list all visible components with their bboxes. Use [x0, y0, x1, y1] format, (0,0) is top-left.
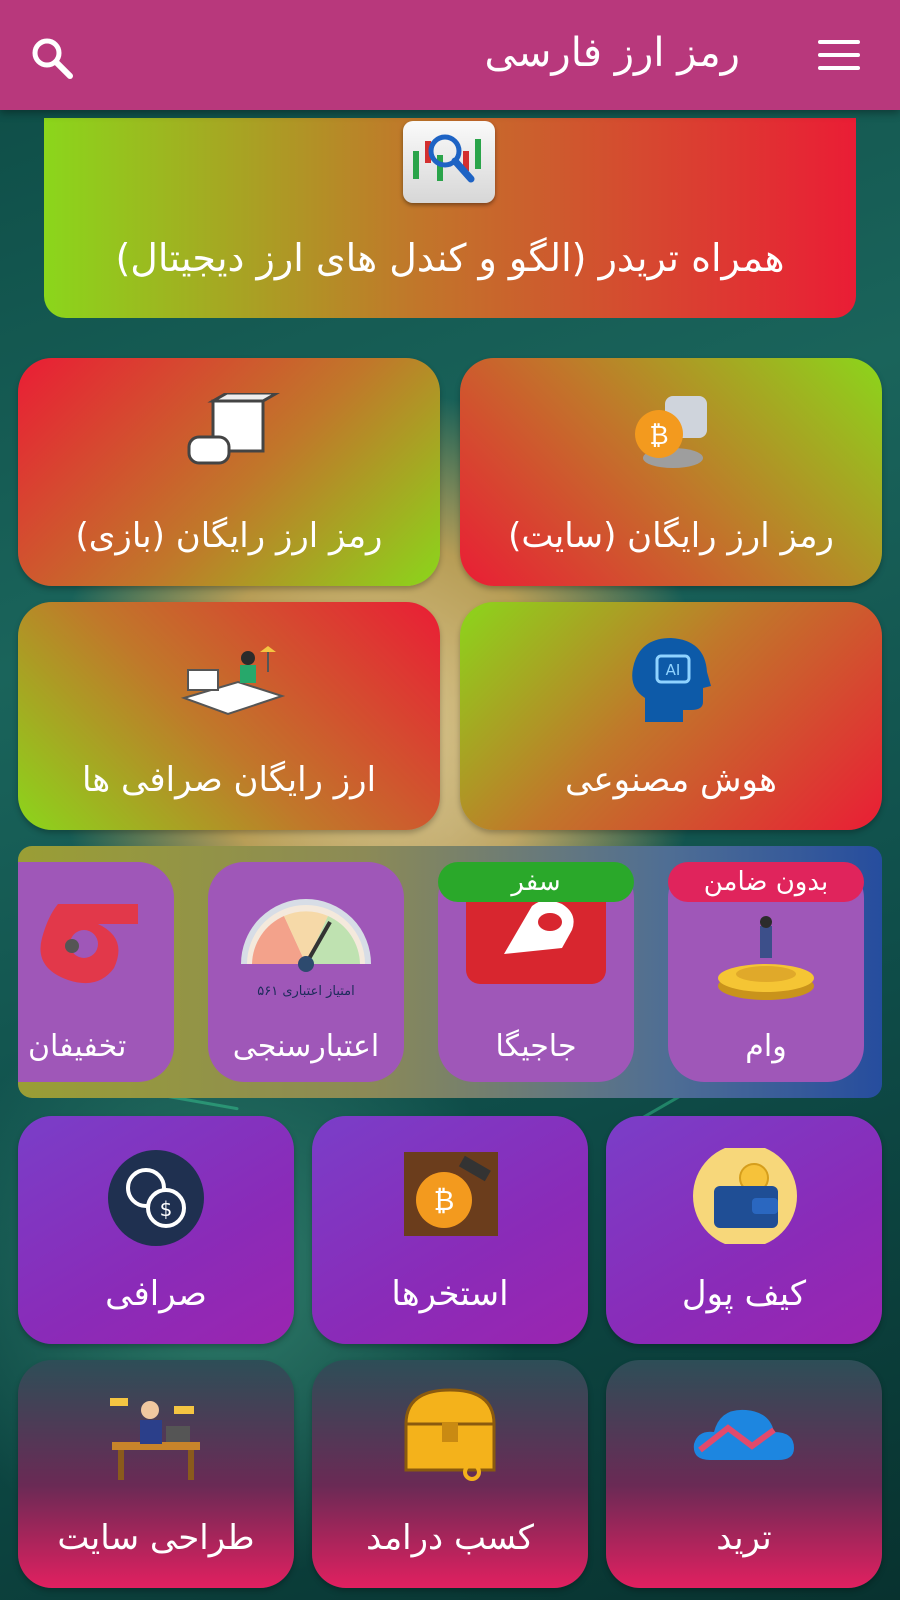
earn-income-tile[interactable]: کسب درامد — [312, 1360, 588, 1588]
wallet-tile[interactable]: کیف پول — [606, 1116, 882, 1344]
coin-person-icon — [718, 916, 814, 1000]
card-label: اعتبارسنجی — [232, 1029, 380, 1064]
card-label: وام — [745, 1029, 787, 1064]
tile-label: استخرها — [391, 1274, 509, 1314]
ai-head-icon: AI — [632, 638, 711, 722]
web-design-tile[interactable]: طراحی سایت — [18, 1360, 294, 1588]
web-designer-desk-icon — [110, 1398, 200, 1480]
card-label: تخفیفان — [28, 1029, 127, 1064]
carousel-card-takhfifan[interactable]: تخفیفان — [18, 862, 174, 1082]
takhfifan-logo-icon — [40, 904, 138, 984]
travel-badge: سفر — [438, 862, 634, 902]
hamburger-menu-icon[interactable] — [818, 40, 860, 70]
artificial-intelligence-tile[interactable]: AI هوش مصنوعی — [460, 602, 882, 830]
card-label: جاجیگا — [495, 1029, 577, 1064]
tile-label: ترید — [716, 1518, 772, 1558]
game-cube-icon — [187, 393, 281, 465]
services-carousel[interactable]: وام بدون ضامن جاجیگا سفر امتیاز اعتباری … — [18, 846, 882, 1098]
free-crypto-site-tile[interactable]: ₿ رمز ارز رایگان (سایت) — [460, 358, 882, 586]
svg-text:AI: AI — [666, 661, 681, 679]
free-exchange-crypto-tile[interactable]: ارز رایگان صرافی ها — [18, 602, 440, 830]
tile-label: کیف پول — [681, 1274, 807, 1314]
tile-label: ارز رایگان صرافی ها — [81, 760, 377, 800]
crypto-exchange-icon: $ — [108, 1150, 204, 1246]
app-title: رمز ارز فارسی — [484, 30, 740, 76]
carousel-card-credit-score[interactable]: امتیاز اعتباری ۵۶۱ اعتبارسنجی — [208, 862, 404, 1082]
svg-text:₿: ₿ — [649, 421, 668, 451]
tile-label: صرافی — [105, 1274, 207, 1314]
bitcoin-chip-icon: ₿ — [635, 396, 707, 468]
free-crypto-game-tile[interactable]: رمز ارز رایگان (بازی) — [18, 358, 440, 586]
search-icon[interactable] — [30, 36, 74, 80]
treasure-chest-icon — [404, 1388, 496, 1481]
jajiga-logo-mark-icon — [504, 900, 574, 954]
trade-cloud-icon — [693, 1409, 794, 1460]
tile-label: هوش مصنوعی — [565, 760, 777, 800]
svg-text:$: $ — [160, 1197, 173, 1221]
wallet-icon — [693, 1148, 797, 1244]
credit-score-text: امتیاز اعتباری ۵۶۱ — [257, 984, 355, 999]
tile-label: کسب درامد — [366, 1518, 534, 1558]
no-guarantor-badge: بدون ضامن — [668, 862, 864, 902]
app-bar: رمز ارز فارسی — [0, 0, 900, 110]
candlestick-chart-icon — [403, 121, 495, 203]
svg-text:₿: ₿ — [434, 1184, 455, 1217]
mining-pools-tile[interactable]: ₿ استخرها — [312, 1116, 588, 1344]
banner-label: همراه تریدر (الگو و کندل های ارز دیجیتال… — [115, 236, 785, 280]
tile-label: رمز ارز رایگان (سایت) — [508, 516, 834, 556]
bitcoin-mining-icon: ₿ — [404, 1152, 498, 1236]
exchange-tile[interactable]: $ صرافی — [18, 1116, 294, 1344]
credit-gauge-icon — [241, 899, 371, 972]
tile-label: طراحی سایت — [57, 1518, 255, 1558]
trade-tile[interactable]: ترید — [606, 1360, 882, 1588]
tile-label: رمز ارز رایگان (بازی) — [75, 516, 383, 556]
desk-person-icon — [180, 646, 286, 716]
